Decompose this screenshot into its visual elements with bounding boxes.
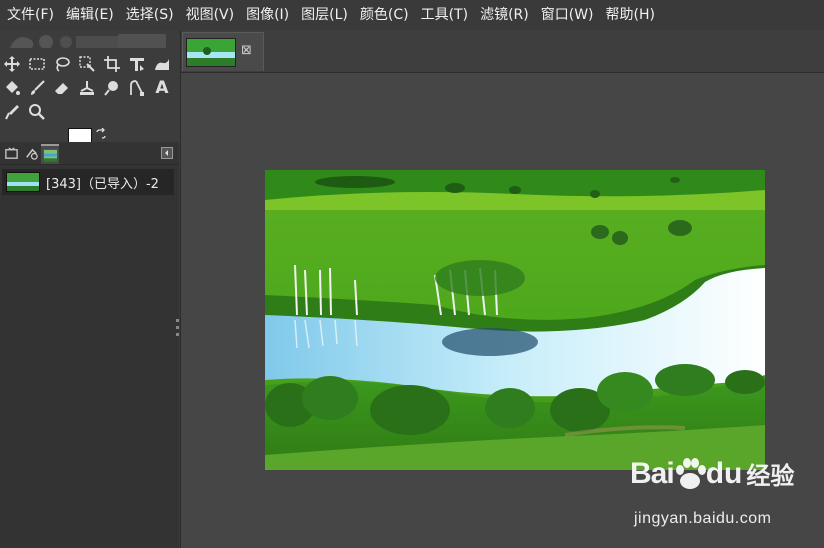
layers-icon xyxy=(43,149,57,161)
tab-device-status[interactable] xyxy=(22,144,40,162)
baidu-logo: Bai du 经验 xyxy=(630,456,794,491)
tab-layers[interactable] xyxy=(41,144,59,164)
smudge-icon[interactable] xyxy=(101,77,123,99)
menu-filters[interactable]: 滤镜(R) xyxy=(474,0,535,30)
lasso-icon[interactable] xyxy=(51,53,73,75)
baidu-jingyan-watermark: Bai du 经验 jingyan.baidu.com xyxy=(630,456,820,536)
swap-colors-icon[interactable] xyxy=(95,128,107,140)
menu-file[interactable]: 文件(F) xyxy=(0,0,60,30)
warp-icon[interactable] xyxy=(151,53,173,75)
menu-windows[interactable]: 窗口(W) xyxy=(535,0,600,30)
layer-name: [343]（已导入）-2 xyxy=(46,176,159,192)
watermark-jingyan: 经验 xyxy=(746,462,795,490)
dock-resize-handle[interactable] xyxy=(176,317,179,339)
text-icon[interactable]: A xyxy=(151,77,173,99)
close-tab-icon[interactable]: ⊠ xyxy=(241,44,253,57)
layers-panel: [343]（已导入）-2 xyxy=(0,165,179,548)
baidu-paw-icon xyxy=(675,457,706,489)
color-picker-icon[interactable] xyxy=(1,101,23,123)
transform-icon[interactable] xyxy=(126,53,148,75)
move-tool-icon[interactable] xyxy=(1,53,23,75)
watermark-bai: Bai xyxy=(630,456,675,490)
menu-select[interactable]: 选择(S) xyxy=(120,0,180,30)
image-tab[interactable]: ⊠ xyxy=(182,32,264,71)
paths-icon[interactable] xyxy=(126,77,148,99)
fuzzy-select-icon[interactable] xyxy=(76,53,98,75)
crop-icon[interactable] xyxy=(101,53,123,75)
tool-options-icon xyxy=(4,146,18,159)
landscape-image[interactable] xyxy=(265,170,765,470)
rect-select-icon[interactable] xyxy=(26,53,48,75)
watermark-du: du xyxy=(705,456,743,490)
image-tab-bar: ⊠ xyxy=(181,30,824,73)
eraser-icon[interactable] xyxy=(51,77,73,99)
dock-menu-icon[interactable] xyxy=(161,147,173,159)
menu-edit[interactable]: 编辑(E) xyxy=(60,0,120,30)
tab-tool-options[interactable] xyxy=(2,144,20,162)
menu-colors[interactable]: 颜色(C) xyxy=(354,0,415,30)
menu-help[interactable]: 帮助(H) xyxy=(600,0,661,30)
dock-tab-bar xyxy=(0,142,179,165)
bucket-fill-icon[interactable] xyxy=(1,77,23,99)
menu-view[interactable]: 视图(V) xyxy=(180,0,241,30)
menu-image[interactable]: 图像(I) xyxy=(240,0,295,30)
device-status-icon xyxy=(25,148,38,160)
image-tab-thumbnail xyxy=(186,38,236,67)
menu-tools[interactable]: 工具(T) xyxy=(415,0,474,30)
paintbrush-icon[interactable] xyxy=(26,77,48,99)
menu-bar: 文件(F) 编辑(E) 选择(S) 视图(V) 图像(I) 图层(L) 颜色(C… xyxy=(0,0,824,30)
watermark-url: jingyan.baidu.com xyxy=(634,510,772,527)
menu-layer[interactable]: 图层(L) xyxy=(295,0,354,30)
clone-icon[interactable] xyxy=(76,77,98,99)
text-tool-glyph: A xyxy=(155,78,169,98)
layer-row[interactable]: [343]（已导入）-2 xyxy=(2,169,174,195)
layer-thumbnail xyxy=(6,172,40,192)
wilber-logo-icon xyxy=(10,34,166,48)
zoom-icon[interactable] xyxy=(26,101,48,123)
